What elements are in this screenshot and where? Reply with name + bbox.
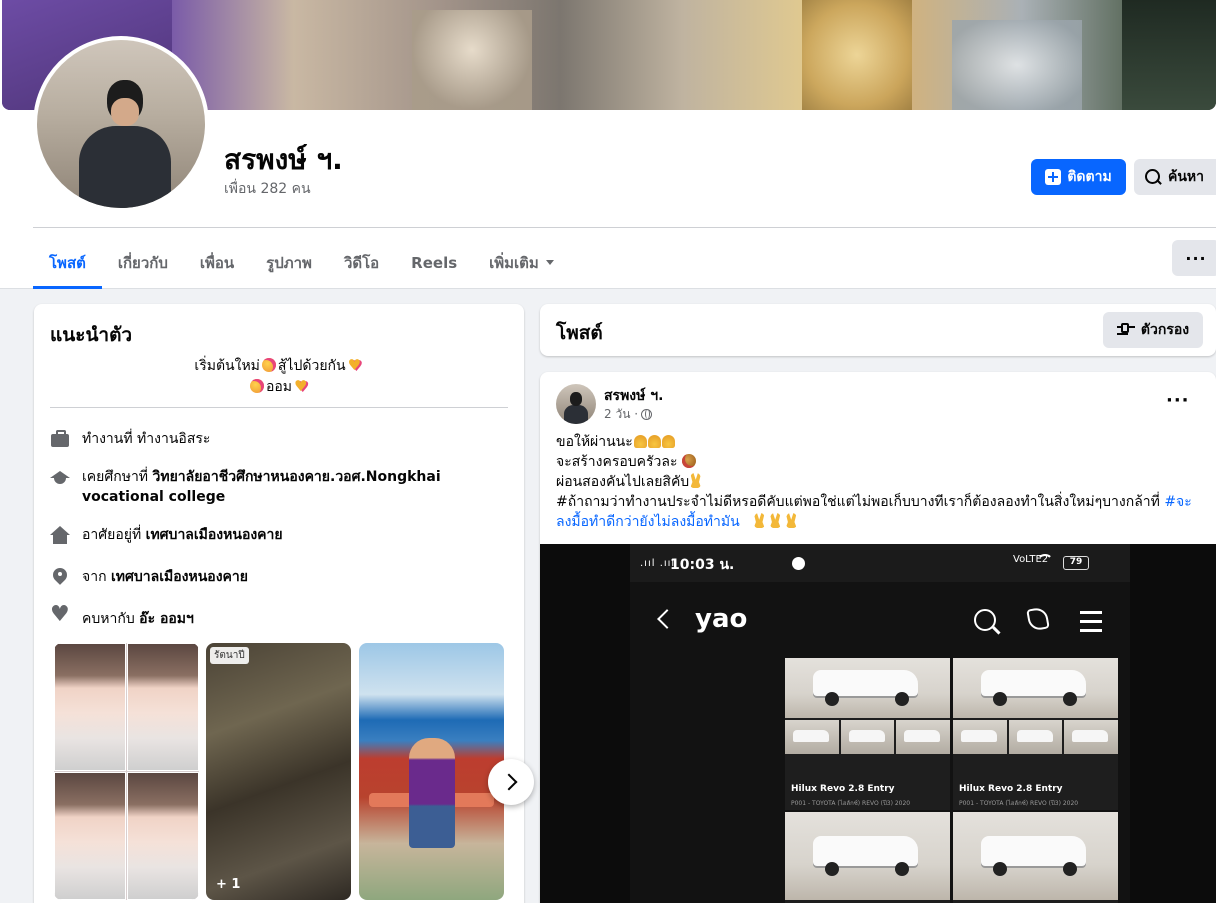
posts-title: โพสต์ [556,322,603,344]
tab-friends[interactable]: เพื่อน [184,237,250,288]
battery-icon: 79 [1063,556,1089,570]
follow-icon [1045,169,1062,185]
search-label: ค้นหา [1168,169,1205,185]
intro-relationship: คบหากับ อ๊ะ ออมฯ [50,605,510,629]
intro-from: จาก เทศบาลเมืองหนองคาย [50,567,510,587]
heart-emoji-icon [348,355,362,376]
pray-emoji-icon [633,435,647,448]
wifi-icon [1037,554,1053,568]
more-options-button[interactable]: ··· [1172,240,1216,276]
victory-hand-emoji-icon [769,513,781,528]
briefcase-icon [50,429,70,449]
intro-work: ทำงานที่ ทำงานอิสระ [50,429,510,449]
pray-emoji-icon [661,435,675,448]
featured-photo-3[interactable] [359,643,504,900]
tab-photos[interactable]: รูปภาพ [250,237,328,288]
intro-bio: เริ่มต้นใหม่สู้ไปด้วยกัน ออม [50,355,508,398]
location-pin-icon [50,567,70,587]
car-subtitle: P001 - TOYOTA (ไฮลักซ์) REVO (ปี3) 2020 [959,800,1079,807]
profile-picture[interactable] [33,36,209,212]
profile-name: สรพงษ์ ฯ. [224,143,343,176]
partner-link[interactable]: อ๊ะ ออมฯ [139,611,194,627]
search-history-icon [974,609,996,631]
featured-photo-1[interactable] [54,643,199,900]
notification-icon [792,557,805,570]
chevron-down-icon [545,260,554,265]
intro-education: เคยศึกษาที่ วิทยาลัยอาชีวศึกษาหนองคาย.วอ… [50,467,510,507]
friends-count[interactable]: เพื่อน 282 คน [224,178,311,200]
tab-more[interactable]: เพิ่มเติม [473,237,570,288]
lives-in-link[interactable]: เทศบาลเมืองหนองคาย [146,527,283,543]
header-divider [33,227,1216,228]
money-bag-emoji-icon [681,454,696,468]
post-card: สรพงษ์ ฯ. 2 วัน · ··· ขอให้ผ่านนะ จะสร้า… [540,372,1216,903]
heart-icon [50,605,70,629]
hug-emoji-icon [261,358,276,372]
posts-header-card: โพสต์ ตัวกรอง [540,304,1216,356]
search-button[interactable]: ค้นหา [1134,159,1216,195]
phone-status-bar: .ııl .ııl 10:03 น. VoLTE2 79 [630,544,1130,582]
post-author-name[interactable]: สรพงษ์ ฯ. [604,385,663,407]
post-meta: 2 วัน · [604,405,653,424]
car-listing-2: Hilux Revo 2.8 Entry P001 - TOYOTA (ไฮลั… [953,658,1119,810]
phone-screenshot: .ııl .ııl 10:03 น. VoLTE2 79 yao Hilux R… [630,544,1130,903]
post-image[interactable]: .ııl .ııl 10:03 น. VoLTE2 79 yao Hilux R… [540,544,1216,903]
post-options-button[interactable]: ··· [1166,390,1190,411]
back-arrow-icon [657,609,677,629]
hug-emoji-icon [249,379,264,393]
car-listing-4 [953,812,1118,903]
intro-title: แนะนำตัว [50,324,133,346]
filter-label: ตัวกรอง [1140,322,1190,338]
phone-app-title: yao [695,604,748,634]
profile-tabs: โพสต์ เกี่ยวกับ เพื่อน รูปภาพ วิดีโอ Ree… [33,237,570,289]
car-title: Hilux Revo 2.8 Entry [959,784,1063,794]
follow-button[interactable]: ติดตาม [1031,159,1126,195]
victory-hand-emoji-icon [690,473,702,488]
globe-icon [641,409,653,420]
profile-header: สรพงษ์ ฯ. เพื่อน 282 คน ติดตาม ค้นหา โพส… [0,0,1216,289]
tab-videos[interactable]: วิดีโอ [328,237,395,288]
victory-hand-emoji-icon [753,513,765,528]
car-title: Hilux Revo 2.8 Entry [791,784,895,794]
next-photo-button[interactable] [488,759,534,805]
phone-time: 10:03 น. [670,557,735,573]
intro-divider [50,407,508,408]
tab-reels[interactable]: Reels [395,237,473,288]
post-timestamp[interactable]: 2 วัน · [604,405,638,424]
search-icon [1144,168,1162,186]
more-photos-count: + 1 [216,877,241,892]
photo-location-tag: รัตนาปี [210,647,249,664]
intro-lives-in: อาศัยอยู่ที่ เทศบาลเมืองหนองคาย [50,525,510,545]
tab-posts[interactable]: โพสต์ [33,237,102,289]
post-text: ขอให้ผ่านนะ จะสร้างครอบครัวละ ผ่อนสองคัน… [556,434,1192,530]
car-subtitle: P001 - TOYOTA (ไฮลักซ์) REVO (ปี3) 2020 [791,800,911,807]
home-icon [50,525,70,545]
filter-icon [1116,323,1135,337]
car-listing-3 [785,812,950,903]
phone-call-icon [1026,606,1050,632]
pray-emoji-icon [647,435,661,448]
featured-photos: รัตนาปี + 1 [54,643,504,900]
intro-card: แนะนำตัว เริ่มต้นใหม่สู้ไปด้วยกัน ออม ทำ… [34,304,524,903]
hometown-link[interactable]: เทศบาลเมืองหนองคาย [111,569,248,585]
menu-icon [1080,611,1102,614]
filter-button[interactable]: ตัวกรอง [1103,312,1203,348]
featured-photo-2[interactable]: รัตนาปี + 1 [206,643,351,900]
post-author-avatar[interactable] [556,384,596,424]
follow-label: ติดตาม [1067,169,1112,185]
heart-emoji-icon [294,376,308,397]
chevron-right-icon [500,773,517,791]
car-listing-1: Hilux Revo 2.8 Entry P001 - TOYOTA (ไฮลั… [785,658,951,810]
tab-about[interactable]: เกี่ยวกับ [102,237,184,288]
victory-hand-emoji-icon [785,513,797,528]
graduation-cap-icon [50,467,70,487]
phone-app-bar: yao [630,582,1130,662]
